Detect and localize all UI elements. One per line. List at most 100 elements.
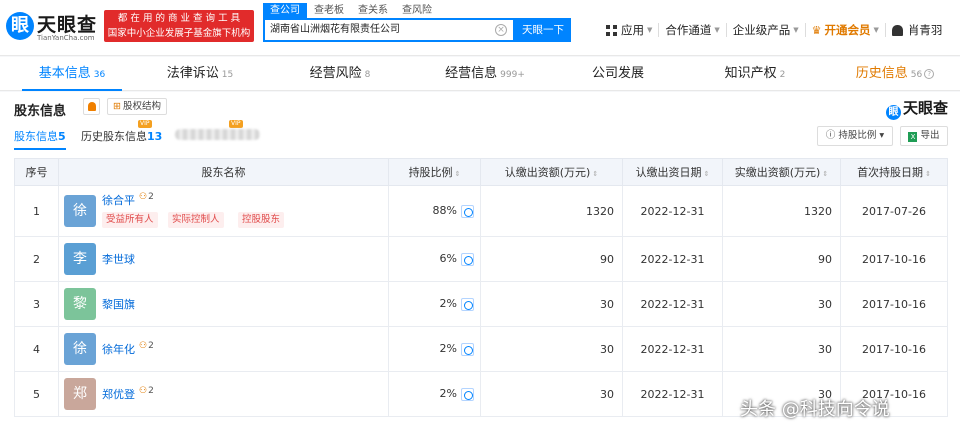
subtab-current-shareholders[interactable]: 股东信息5	[14, 128, 66, 150]
brand-watermark-text: 天眼查	[902, 99, 948, 117]
sub-date-cell: 2022-12-31	[622, 371, 723, 417]
pie-chart-icon[interactable]	[461, 342, 474, 356]
info-icon: ?	[924, 68, 935, 79]
info-icon: ⓘ	[825, 130, 839, 141]
chevron-down-icon: ▼	[647, 26, 653, 34]
search-tab-boss[interactable]: 查老板	[307, 3, 351, 18]
col-paid-label: 实缴出资额(万元)	[734, 166, 821, 179]
slogan-banner: 都 在 用 的 商 业 查 询 工 具 国家中小企业发展子基金旗下机构	[104, 10, 254, 42]
tab-ip[interactable]: 知识产权 2	[705, 57, 805, 91]
equity-structure-button[interactable]: ⊞ 股权结构	[107, 98, 167, 115]
top-nav: 应用 ▼ 合作通道 ▼ 企业级产品 ▼ ♛ 开通会员 ▼ 肖青羽	[600, 18, 948, 42]
tab-risk[interactable]: 经营风险 8	[290, 57, 390, 91]
nav-user[interactable]: 肖青羽	[886, 23, 949, 37]
people-icon: ⚇	[139, 341, 148, 351]
nav-partner[interactable]: 合作通道 ▼	[659, 23, 727, 37]
tab-count: 8	[364, 70, 371, 80]
col-sub-date[interactable]: 认缴出资日期 ⇕	[622, 158, 723, 186]
search-tabs: 查公司 查老板 查关系 查风险	[263, 3, 439, 18]
related-count-value: 2	[148, 386, 154, 396]
role-tag: 实际控制人	[168, 212, 224, 228]
nav-vip-label: 开通会员	[824, 23, 871, 37]
nav-vip[interactable]: ♛ 开通会员 ▼	[806, 23, 886, 37]
sub-date-cell: 2022-12-31	[622, 185, 723, 237]
search-tab-relation[interactable]: 查关系	[351, 3, 395, 18]
logo-brand: 天眼查	[37, 14, 98, 36]
related-count[interactable]: ⚇2	[139, 386, 154, 396]
ratio-cell: 2%	[388, 326, 481, 372]
table-row: 1 徐徐合平 ⚇2 受益所有人 实际控制人 控股股东 88% 1320 2022-12-31 13…	[14, 185, 948, 237]
shareholder-name-link[interactable]: 徐合平	[102, 192, 135, 208]
avatar: 黎	[64, 288, 96, 320]
search-button[interactable]: 天眼一下	[515, 18, 571, 42]
shareholder-name-link[interactable]: 李世球	[102, 251, 135, 267]
slogan-line1: 都 在 用 的 商 业 查 询 工 具	[117, 13, 241, 24]
col-subscribed[interactable]: 认缴出资额(万元) ⇕	[480, 158, 623, 186]
nav-partner-label: 合作通道	[665, 23, 712, 37]
tab-operation[interactable]: 经营信息 999+	[430, 57, 540, 91]
main-tabs: 基本信息 36 法律诉讼 15 经营风险 8 经营信息 999+ 公司发展 知识产权 2 …	[0, 57, 960, 91]
col-ratio[interactable]: 持股比例 ⇕	[388, 158, 481, 186]
role-tag: 受益所有人	[102, 212, 158, 228]
sort-icon: ⇕	[592, 170, 599, 178]
tab-count: 2	[779, 70, 786, 80]
logo[interactable]: 眼 天眼查 TianYanCha.com	[4, 8, 100, 46]
shareholder-name-link[interactable]: 郑优登	[102, 386, 135, 402]
tab-count: 36	[93, 70, 106, 80]
logo-icon: 眼	[885, 105, 901, 120]
first-date-cell: 2017-10-16	[840, 281, 948, 327]
export-button[interactable]: X 导出	[900, 126, 948, 146]
sub-date-cell: 2022-12-31	[622, 236, 723, 282]
nav-app[interactable]: 应用 ▼	[600, 23, 660, 37]
shareholder-name-link[interactable]: 徐年化	[102, 341, 135, 357]
row-index: 3	[14, 281, 59, 327]
pie-chart-icon[interactable]	[461, 252, 474, 266]
tab-label: 经营信息	[445, 66, 498, 81]
tab-legal[interactable]: 法律诉讼 15	[150, 57, 250, 91]
chevron-down-icon: ▾	[876, 130, 885, 141]
pie-chart-icon[interactable]	[461, 387, 474, 401]
avatar: 徐	[64, 195, 96, 227]
nav-enterprise[interactable]: 企业级产品 ▼	[727, 23, 806, 37]
nav-enterprise-label: 企业级产品	[732, 23, 791, 37]
row-index: 4	[14, 326, 59, 372]
bell-icon[interactable]	[891, 24, 903, 36]
ratio-value: 2%	[439, 342, 457, 356]
related-count[interactable]: ⚇2	[139, 341, 154, 351]
clear-icon[interactable]: ×	[495, 24, 507, 36]
sort-icon: ⇕	[822, 170, 829, 178]
table-header-row: 序号 股东名称 持股比例 ⇕ 认缴出资额(万元) ⇕ 认缴出资日期 ⇕ 实缴出资额(万…	[14, 158, 948, 186]
ratio-filter-button[interactable]: ⓘ 持股比例 ▾	[817, 126, 893, 146]
subtab-history-shareholders[interactable]: 历史股东信息13	[81, 128, 162, 144]
tab-count: 56	[910, 70, 923, 80]
export-label: 导出	[920, 130, 940, 141]
pie-chart-icon[interactable]	[461, 204, 474, 218]
vip-badge: VIP	[138, 120, 152, 128]
row-index: 2	[14, 236, 59, 282]
related-count[interactable]: ⚇2	[139, 192, 154, 202]
tab-basic-info[interactable]: 基本信息 36	[22, 57, 122, 91]
search-tab-risk[interactable]: 查风险	[395, 3, 439, 18]
shareholder-name-link[interactable]: 黎国旗	[102, 296, 135, 312]
chevron-down-icon: ▼	[714, 26, 720, 34]
subtab-count: 13	[147, 130, 163, 143]
search-tab-company[interactable]: 查公司	[263, 3, 307, 18]
subtab-label: 历史股东信息	[81, 130, 147, 143]
tab-development[interactable]: 公司发展	[568, 57, 668, 91]
shareholder-cell: 黎黎国旗	[58, 281, 389, 327]
people-icon: ⚇	[139, 386, 148, 396]
equity-structure-label: 股权结构	[122, 101, 161, 112]
col-paid[interactable]: 实缴出资额(万元) ⇕	[722, 158, 841, 186]
search-input[interactable]: 湖南省山洲烟花有限责任公司 ×	[263, 18, 515, 42]
section-title: 股东信息	[14, 104, 67, 119]
bell-icon[interactable]	[83, 98, 100, 115]
ratio-cell: 2%	[388, 281, 481, 327]
role-tag: 控股股东	[238, 212, 285, 228]
blurred-tab[interactable]	[175, 129, 260, 140]
pie-chart-icon[interactable]	[461, 297, 474, 311]
subscribed-cell: 1320	[480, 185, 623, 237]
tab-history[interactable]: 历史信息 56?	[840, 57, 950, 91]
chevron-down-icon: ▼	[873, 26, 879, 34]
col-first-date[interactable]: 首次持股日期 ⇕	[840, 158, 948, 186]
avatar: 徐	[64, 333, 96, 365]
